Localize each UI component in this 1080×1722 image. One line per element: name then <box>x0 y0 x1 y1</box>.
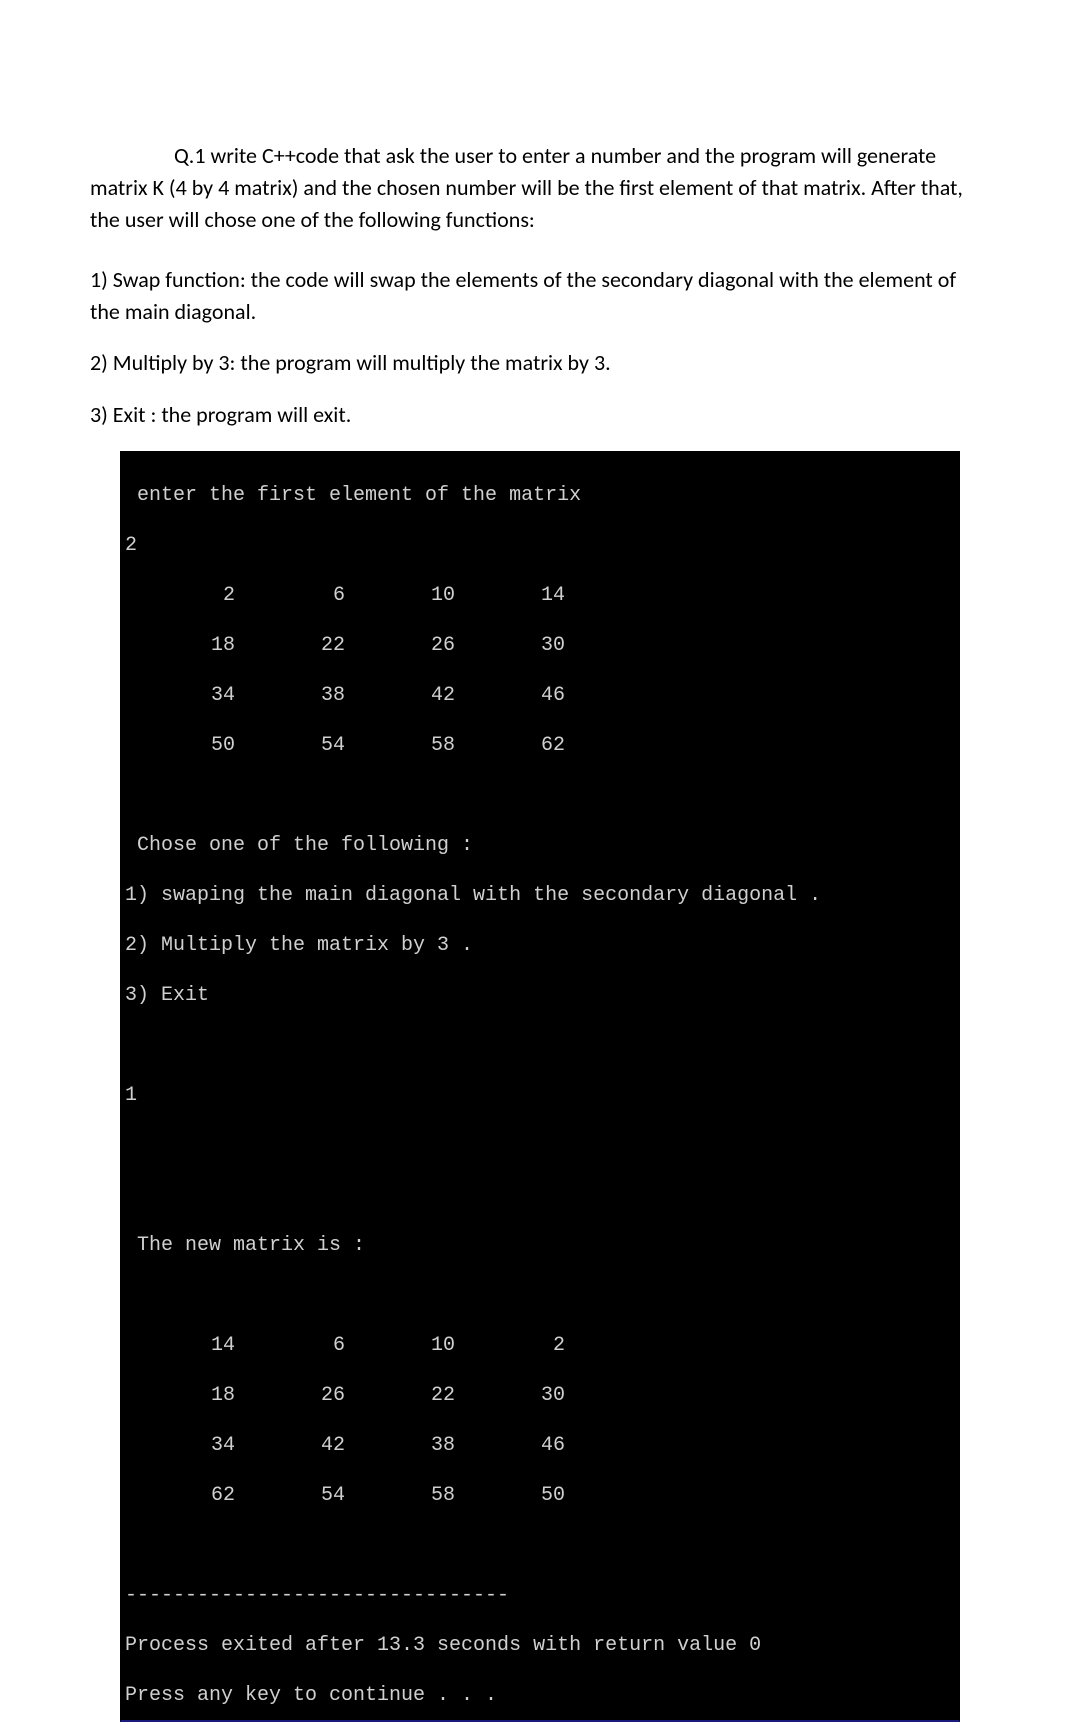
terminal-menu-2: 2) Multiply the matrix by 3 . <box>125 933 955 958</box>
matrix2-row1: 18262230 <box>125 1383 955 1408</box>
terminal-divider: -------------------------------- <box>125 1583 955 1608</box>
matrix1-row1: 18222630 <box>125 633 955 658</box>
matrix2-row3: 62545850 <box>125 1483 955 1508</box>
question-option-1: 1) Swap function: the code will swap the… <box>90 264 990 328</box>
terminal-press-key: Press any key to continue . . . <box>125 1683 955 1708</box>
question-option-2: 2) Multiply by 3: the program will multi… <box>90 347 990 379</box>
terminal-prompt: enter the first element of the matrix <box>125 483 955 508</box>
question-option-3: 3) Exit : the program will exit. <box>90 399 990 431</box>
document-page: Q.1 write C++code that ask the user to e… <box>0 0 1080 1722</box>
terminal-result-header: The new matrix is : <box>125 1233 955 1258</box>
terminal-menu-1: 1) swaping the main diagonal with the se… <box>125 883 955 908</box>
terminal-output: enter the first element of the matrix 2 … <box>120 451 960 1722</box>
question-text: Q.1 write C++code that ask the user to e… <box>90 140 990 236</box>
terminal-menu-header: Chose one of the following : <box>125 833 955 858</box>
matrix1-row0: 261014 <box>125 583 955 608</box>
terminal-menu-3: 3) Exit <box>125 983 955 1008</box>
terminal-exit-line: Process exited after 13.3 seconds with r… <box>125 1633 955 1658</box>
terminal-user-input-1: 2 <box>125 533 955 558</box>
matrix2-row2: 34423846 <box>125 1433 955 1458</box>
terminal-user-input-2: 1 <box>125 1083 955 1108</box>
matrix1-row2: 34384246 <box>125 683 955 708</box>
matrix1-row3: 50545862 <box>125 733 955 758</box>
matrix2-row0: 146102 <box>125 1333 955 1358</box>
question-lead: Q.1 write C++code that ask the user to e… <box>90 142 963 233</box>
